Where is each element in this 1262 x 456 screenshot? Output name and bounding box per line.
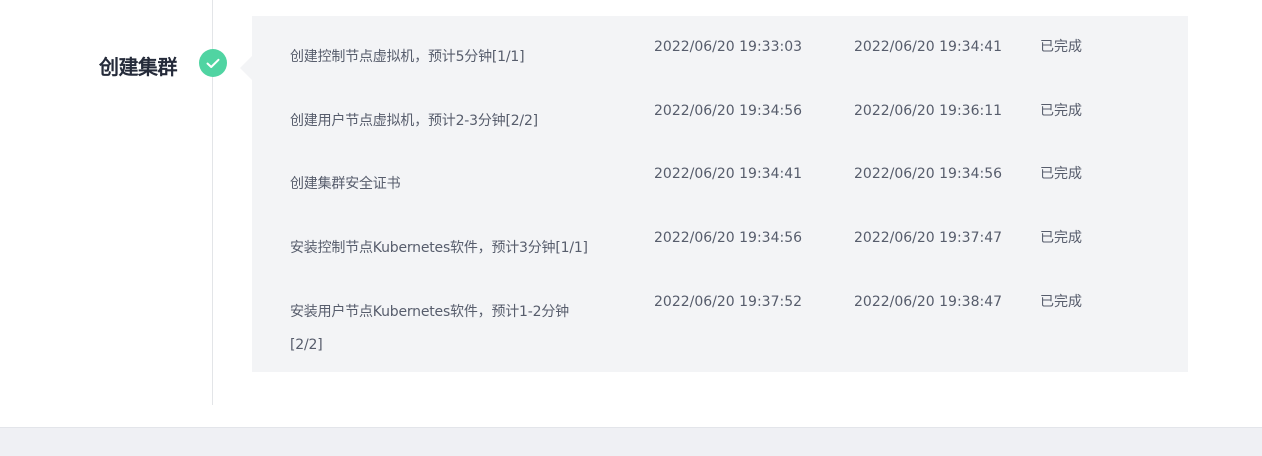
task-start-time: 2022/06/20 19:34:56 xyxy=(654,103,803,119)
panel-pointer xyxy=(240,56,252,80)
task-row: 创建控制节点虚拟机，预计5分钟[1/1] 2022/06/20 19:33:03… xyxy=(252,16,1188,76)
task-row: 创建用户节点虚拟机，预计2-3分钟[2/2] 2022/06/20 19:34:… xyxy=(252,80,1188,140)
task-status: 已完成 xyxy=(1040,103,1082,119)
task-name: 创建集群安全证书 xyxy=(290,168,620,201)
task-start-time: 2022/06/20 19:37:52 xyxy=(654,294,803,310)
stage-status-dot xyxy=(199,49,227,77)
task-name-line: 创建集群安全证书 xyxy=(290,176,401,192)
page-footer-area xyxy=(0,427,1262,456)
task-end-time: 2022/06/20 19:37:47 xyxy=(854,230,1003,246)
task-end-time: 2022/06/20 19:34:41 xyxy=(854,39,1003,55)
task-name-line: 创建用户节点虚拟机，预计2-3分钟[2/2] xyxy=(290,113,538,129)
task-status: 已完成 xyxy=(1040,294,1082,310)
task-end-time: 2022/06/20 19:34:56 xyxy=(854,166,1003,182)
task-name: 创建用户节点虚拟机，预计2-3分钟[2/2] xyxy=(290,105,620,138)
task-name: 安装控制节点Kubernetes软件，预计3分钟[1/1] xyxy=(290,232,620,265)
task-name-line: [2/2] xyxy=(290,337,323,353)
task-name: 安装用户节点Kubernetes软件，预计1-2分钟 [2/2] xyxy=(290,296,620,362)
task-status: 已完成 xyxy=(1040,230,1082,246)
task-name-line: 创建控制节点虚拟机，预计5分钟[1/1] xyxy=(290,49,525,65)
task-status: 已完成 xyxy=(1040,166,1082,182)
task-end-time: 2022/06/20 19:38:47 xyxy=(854,294,1003,310)
task-name-line: 安装控制节点Kubernetes软件，预计3分钟[1/1] xyxy=(290,240,588,256)
task-start-time: 2022/06/20 19:34:56 xyxy=(654,230,803,246)
task-row: 创建集群安全证书 2022/06/20 19:34:41 2022/06/20 … xyxy=(252,143,1188,203)
task-end-time: 2022/06/20 19:36:11 xyxy=(854,103,1003,119)
task-start-time: 2022/06/20 19:33:03 xyxy=(654,39,803,55)
task-row: 安装控制节点Kubernetes软件，预计3分钟[1/1] 2022/06/20… xyxy=(252,207,1188,267)
stage-title: 创建集群 xyxy=(99,55,178,79)
check-icon xyxy=(206,58,220,68)
task-start-time: 2022/06/20 19:34:41 xyxy=(654,166,803,182)
task-name: 创建控制节点虚拟机，预计5分钟[1/1] xyxy=(290,41,620,74)
task-list-panel: 创建控制节点虚拟机，预计5分钟[1/1] 2022/06/20 19:33:03… xyxy=(252,16,1188,372)
task-name-line: 安装用户节点Kubernetes软件，预计1-2分钟 xyxy=(290,304,569,320)
task-row: 安装用户节点Kubernetes软件，预计1-2分钟 [2/2] 2022/06… xyxy=(252,271,1188,361)
task-status: 已完成 xyxy=(1040,39,1082,55)
